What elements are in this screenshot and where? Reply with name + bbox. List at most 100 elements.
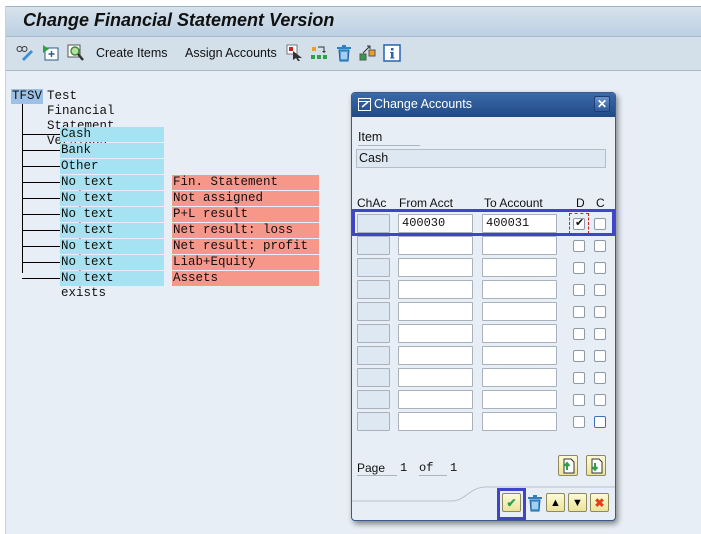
account-row (352, 258, 615, 280)
page-down-icon (591, 458, 603, 473)
debit-checkbox[interactable] (573, 350, 585, 362)
from-account-input[interactable] (398, 390, 473, 409)
dialog-title-bar[interactable]: Change Accounts ✕ (352, 93, 615, 117)
move-up-button[interactable]: ▲ (546, 493, 565, 512)
tree-node-description[interactable]: Liab+Equity (172, 255, 319, 270)
info-icon[interactable] (383, 44, 401, 62)
move-down-button[interactable]: ▼ (568, 493, 587, 512)
dialog-title: Change Accounts (374, 97, 472, 111)
tree-node[interactable]: No text exists (60, 191, 164, 220)
debit-checkbox[interactable] (573, 262, 585, 274)
credit-checkbox[interactable] (594, 416, 606, 428)
tree-node[interactable]: No text exists (60, 271, 164, 300)
tree-root-code[interactable]: TFSV (11, 89, 44, 104)
from-account-input[interactable] (398, 236, 473, 255)
trash-icon (527, 494, 542, 511)
credit-checkbox[interactable] (594, 284, 606, 296)
debit-checkbox[interactable] (573, 240, 585, 252)
credit-checkbox[interactable] (594, 240, 606, 252)
to-account-input[interactable] (482, 280, 557, 299)
from-account-input[interactable] (398, 258, 473, 277)
cancel-button[interactable]: ✖ (590, 493, 609, 512)
debit-checkbox[interactable] (573, 306, 585, 318)
tree-node[interactable]: No text exists (60, 207, 164, 236)
tree-node-description[interactable]: Not assigned (172, 191, 319, 206)
assign-accounts-button[interactable]: Assign Accounts (185, 46, 277, 60)
column-header-to-account: To Account (484, 196, 543, 210)
account-row (352, 390, 615, 412)
column-header-credit: C (596, 196, 605, 210)
from-account-input[interactable] (398, 412, 473, 431)
credit-checkbox[interactable] (594, 394, 606, 406)
move-icon[interactable] (359, 44, 377, 62)
account-row (352, 412, 615, 434)
find-icon[interactable] (67, 44, 85, 62)
credit-checkbox[interactable] (594, 262, 606, 274)
tree-node-description[interactable]: Assets (172, 271, 319, 286)
from-account-input[interactable] (398, 368, 473, 387)
expand-icon[interactable] (42, 44, 60, 62)
chart-of-accounts-field (357, 236, 390, 255)
debit-checkbox[interactable] (573, 284, 585, 296)
to-account-input[interactable] (482, 368, 557, 387)
tree-branch-line (22, 278, 60, 279)
create-items-button[interactable]: Create Items (96, 46, 168, 60)
account-row (352, 302, 615, 324)
to-account-input[interactable] (482, 346, 557, 365)
debit-checkbox[interactable] (573, 394, 585, 406)
to-account-input[interactable] (482, 324, 557, 343)
debit-checkbox[interactable] (573, 372, 585, 384)
to-account-input[interactable] (482, 302, 557, 321)
page-title: Change Financial Statement Version (23, 10, 335, 30)
from-account-input[interactable] (398, 324, 473, 343)
tree-branch-line (22, 150, 60, 151)
to-account-input[interactable] (482, 390, 557, 409)
delete-icon[interactable] (335, 44, 353, 62)
tree-branch-line (22, 230, 60, 231)
from-account-input[interactable] (398, 280, 473, 299)
credit-checkbox[interactable] (594, 306, 606, 318)
tree-node-description[interactable]: Net result: loss (172, 223, 319, 238)
chart-of-accounts-field (357, 280, 390, 299)
page-up-button[interactable] (558, 455, 578, 476)
tree-root-text[interactable]: Test Financial Statement Versions (47, 89, 115, 148)
page-current: 1 (400, 461, 408, 475)
tree-node[interactable]: No text exists (60, 175, 164, 204)
account-row (352, 368, 615, 390)
highlighted-confirm-frame (497, 488, 526, 520)
page-label: Page (357, 461, 397, 476)
account-row (352, 346, 615, 368)
debit-checkbox[interactable] (573, 328, 585, 340)
change-accounts-dialog: Change Accounts ✕ Item Cash ChAc From Ac… (351, 92, 616, 521)
display-change-icon[interactable] (16, 44, 34, 62)
tree-node-description[interactable]: P+L result (172, 207, 319, 222)
chart-of-accounts-field (357, 258, 390, 277)
tree-branch-line (22, 134, 60, 135)
credit-checkbox[interactable] (594, 350, 606, 362)
to-account-input[interactable] (482, 258, 557, 277)
from-account-input[interactable] (398, 346, 473, 365)
tree-node-description[interactable]: Net result: profit (172, 239, 319, 254)
from-account-input[interactable] (398, 302, 473, 321)
tree-branch-line (22, 246, 60, 247)
debit-checkbox[interactable] (573, 416, 585, 428)
tree-branch-line (22, 198, 60, 199)
tree-branch-line (22, 262, 60, 263)
tree-node-description[interactable]: Fin. Statement Notes (172, 175, 319, 204)
to-account-input[interactable] (482, 412, 557, 431)
reassign-icon[interactable] (310, 44, 328, 62)
tree-node[interactable]: No text exists (60, 223, 164, 252)
delete-button[interactable] (525, 493, 544, 512)
tree-node[interactable]: Bank (60, 143, 164, 158)
credit-checkbox[interactable] (594, 328, 606, 340)
tree-node[interactable]: Cash (60, 127, 164, 142)
title-bar: Change Financial Statement Version (6, 6, 701, 37)
close-icon[interactable]: ✕ (594, 96, 610, 112)
select-icon[interactable] (286, 44, 304, 62)
tree-node[interactable]: No text exists (60, 255, 164, 284)
page-down-button[interactable] (586, 455, 606, 476)
credit-checkbox[interactable] (594, 372, 606, 384)
to-account-input[interactable] (482, 236, 557, 255)
tree-node[interactable]: No text exists (60, 239, 164, 268)
tree-node[interactable]: Other (60, 159, 164, 174)
